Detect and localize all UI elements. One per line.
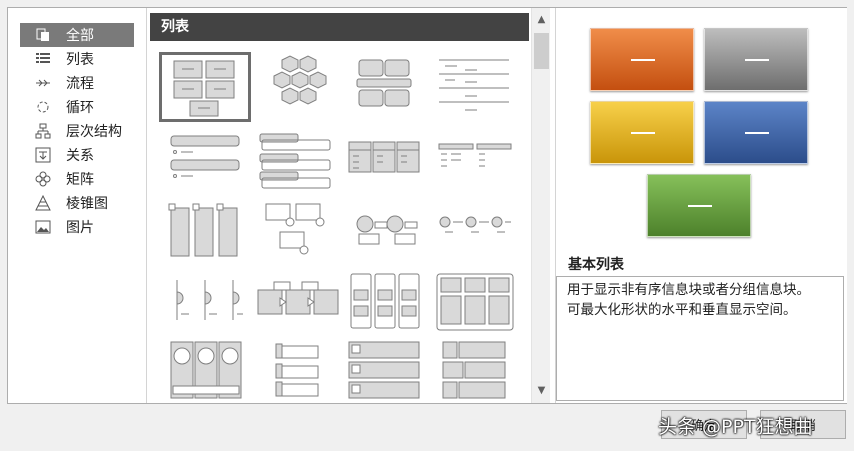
layout-lined-list[interactable] xyxy=(429,52,521,122)
layout-circle-process-list[interactable] xyxy=(159,338,251,408)
scrollbar-thumb[interactable] xyxy=(534,33,549,69)
relationship-icon xyxy=(34,146,52,164)
layout-title: 基本列表 xyxy=(568,257,624,273)
layout-circle-list[interactable] xyxy=(339,198,431,268)
layout-gallery: 列表 xyxy=(149,8,529,403)
matrix-icon xyxy=(34,170,52,188)
scroll-down-icon[interactable]: ▼ xyxy=(532,381,551,399)
hierarchy-icon xyxy=(34,122,52,140)
list-icon xyxy=(34,50,52,68)
description-line: 用于显示非有序信息块或者分组信息块。 xyxy=(567,282,810,298)
layout-pie-list[interactable] xyxy=(159,270,251,340)
layout-checklist[interactable] xyxy=(252,338,344,408)
layout-hexagon-list[interactable] xyxy=(252,52,344,122)
category-item-list[interactable]: 列表 xyxy=(20,47,134,71)
category-label: 图片 xyxy=(66,220,94,236)
preview-block-yellow xyxy=(590,101,694,164)
watermark: 头条 @PPT狂想曲 xyxy=(658,416,813,438)
category-label: 层次结构 xyxy=(66,124,122,140)
category-item-cycle[interactable]: 循环 xyxy=(20,95,134,119)
layout-column-list[interactable] xyxy=(339,270,431,340)
gallery-header: 列表 xyxy=(150,13,529,41)
layout-vertical-bullet-list[interactable] xyxy=(159,126,251,196)
layout-bullet-box-list[interactable] xyxy=(339,338,431,408)
category-item-relationship[interactable]: 关系 xyxy=(20,143,134,167)
layout-trapezoid-list[interactable] xyxy=(429,126,521,196)
layout-stacked-blocks[interactable] xyxy=(339,52,431,122)
category-label: 棱锥图 xyxy=(66,196,108,212)
scroll-up-icon[interactable]: ▲ xyxy=(532,10,551,28)
pyramid-icon xyxy=(34,194,52,212)
category-item-hierarchy[interactable]: 层次结构 xyxy=(20,119,134,143)
category-label: 关系 xyxy=(66,148,94,164)
category-item-pyramid[interactable]: 棱锥图 xyxy=(20,191,134,215)
layout-stacked-list[interactable] xyxy=(252,126,344,196)
preview-block-blue xyxy=(704,101,808,164)
category-label: 流程 xyxy=(66,76,94,92)
layout-arrow-list[interactable] xyxy=(252,270,344,340)
layout-circle-accent-list[interactable] xyxy=(429,198,521,268)
category-item-picture[interactable]: 图片 xyxy=(20,215,134,239)
category-label: 矩阵 xyxy=(66,172,94,188)
category-item-all[interactable]: 全部 xyxy=(20,23,134,47)
category-label: 列表 xyxy=(66,52,94,68)
layout-vertical-box-list[interactable] xyxy=(159,198,251,268)
category-item-process[interactable]: 流程 xyxy=(20,71,134,95)
description-line: 可最大化形状的水平和垂直显示空间。 xyxy=(567,302,797,318)
all-icon xyxy=(34,26,52,44)
layout-table-list[interactable] xyxy=(339,126,431,196)
gallery-scrollbar[interactable]: ▲ ▼ xyxy=(531,8,550,403)
layout-picture-caption-list[interactable] xyxy=(252,198,344,268)
process-icon xyxy=(34,74,52,92)
layout-grouped-list[interactable] xyxy=(429,270,521,340)
layout-basic-list[interactable] xyxy=(159,52,251,122)
layout-staggered-blocks[interactable] xyxy=(429,338,521,408)
category-label: 全部 xyxy=(66,28,94,44)
category-label: 循环 xyxy=(66,100,94,116)
category-list: 全部 列表 流程 循环 层次结构 关系 矩阵 棱锥图 图片 xyxy=(8,8,147,403)
category-item-matrix[interactable]: 矩阵 xyxy=(20,167,134,191)
cycle-icon xyxy=(34,98,52,116)
picture-icon xyxy=(34,218,52,236)
layout-description: 用于显示非有序信息块或者分组信息块。 可最大化形状的水平和垂直显示空间。 xyxy=(556,276,844,401)
preview-block-orange xyxy=(590,28,694,91)
preview-block-gray xyxy=(704,28,808,91)
preview-block-green xyxy=(647,174,751,237)
